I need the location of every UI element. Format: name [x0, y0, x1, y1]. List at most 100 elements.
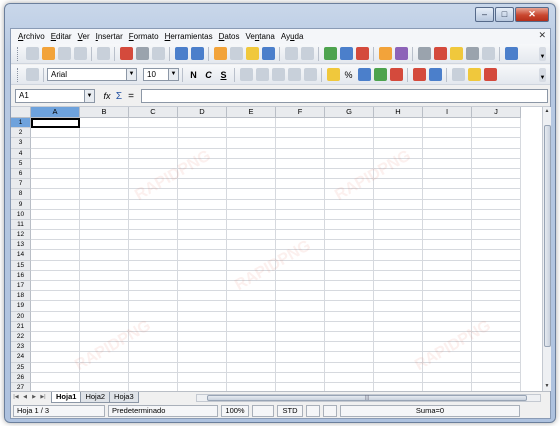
grid-cell[interactable]: [325, 179, 374, 190]
column-header-a[interactable]: A: [31, 107, 80, 118]
grid-cell[interactable]: [374, 189, 423, 200]
minimize-button[interactable]: –: [475, 7, 494, 22]
find-icon[interactable]: [417, 47, 431, 60]
grid-cell[interactable]: [178, 189, 227, 200]
grid-cell[interactable]: [129, 270, 178, 281]
grid-cell[interactable]: [276, 270, 325, 281]
grid-cell[interactable]: [276, 291, 325, 302]
cut-icon[interactable]: [213, 47, 227, 60]
align-left-icon[interactable]: [239, 68, 253, 81]
grid-cell[interactable]: [80, 209, 129, 220]
grid-cell[interactable]: [178, 219, 227, 231]
grid-cell[interactable]: [80, 148, 129, 159]
grid-cell[interactable]: [423, 362, 472, 373]
grid-cell[interactable]: [472, 240, 521, 251]
grid-cell[interactable]: [227, 352, 276, 363]
grid-cell[interactable]: [276, 240, 325, 251]
grid-cell[interactable]: [423, 311, 472, 322]
add-decimal-icon[interactable]: [373, 68, 387, 81]
row-header[interactable]: 25: [11, 362, 31, 373]
grid-cell[interactable]: [178, 118, 227, 129]
grid-cell[interactable]: [374, 168, 423, 180]
grid-cell[interactable]: [276, 352, 325, 363]
grid-cell[interactable]: [472, 331, 521, 343]
percent-format-button[interactable]: %: [342, 70, 355, 80]
chart-icon[interactable]: [378, 47, 392, 60]
grid-cell[interactable]: [129, 311, 178, 322]
grid-cell[interactable]: [472, 321, 521, 332]
grid-cell[interactable]: [80, 240, 129, 251]
grid-cell[interactable]: [276, 118, 325, 129]
grid-cell[interactable]: [129, 362, 178, 373]
grid-cell[interactable]: [276, 362, 325, 373]
grid-cell[interactable]: [276, 321, 325, 332]
grid-cell[interactable]: [178, 240, 227, 251]
row-header[interactable]: 21: [11, 321, 31, 332]
grid-cell[interactable]: [178, 352, 227, 363]
grid-cell[interactable]: [80, 352, 129, 363]
chevron-down-icon[interactable]: ▼: [126, 69, 136, 80]
close-window-button[interactable]: ✕: [515, 7, 549, 22]
grid-cell[interactable]: [423, 158, 472, 169]
scroll-up-icon[interactable]: ▲: [543, 107, 551, 116]
grid-cell[interactable]: [472, 311, 521, 322]
grid-cell[interactable]: [227, 138, 276, 149]
grid-cell[interactable]: [227, 301, 276, 312]
grid-cell[interactable]: [129, 260, 178, 271]
horizontal-scroll-thumb[interactable]: |||: [207, 395, 527, 401]
grid-cell[interactable]: [423, 250, 472, 261]
grid-cell[interactable]: [276, 199, 325, 210]
grid-cell[interactable]: [472, 219, 521, 231]
row-header[interactable]: 22: [11, 331, 31, 343]
grid-cell[interactable]: [80, 118, 129, 129]
grid-cell[interactable]: [472, 372, 521, 383]
mail-icon[interactable]: [73, 47, 87, 60]
row-header[interactable]: 18: [11, 291, 31, 302]
grid-cell[interactable]: [227, 362, 276, 373]
grid-cell[interactable]: [325, 291, 374, 302]
spreadsheet-grid[interactable]: ABCDEFGHIJ 1 2 3 4 5 6 7 8 9 10 11 12 13 14 15 16 17 18 19…: [11, 107, 542, 391]
sort-descending-icon[interactable]: [355, 47, 369, 60]
grid-cell[interactable]: [178, 179, 227, 190]
grid-cell[interactable]: [80, 179, 129, 190]
grid-cell[interactable]: [80, 382, 129, 391]
grid-cell[interactable]: [472, 179, 521, 190]
grid-cell[interactable]: [129, 301, 178, 312]
grid-cell[interactable]: [129, 382, 178, 391]
grid-cell[interactable]: [227, 260, 276, 271]
grid-cell[interactable]: [325, 230, 374, 241]
standard-format-icon[interactable]: [357, 68, 371, 81]
grid-cell[interactable]: [423, 270, 472, 281]
row-header[interactable]: 27: [11, 382, 31, 391]
grid-cell[interactable]: [423, 148, 472, 159]
grid-cell[interactable]: [276, 168, 325, 180]
print-icon[interactable]: [135, 47, 149, 60]
grid-cell[interactable]: [325, 311, 374, 322]
grid-cell[interactable]: [423, 331, 472, 343]
status-selection-mode[interactable]: STD: [277, 405, 303, 417]
grid-cell[interactable]: [374, 382, 423, 391]
menu-ayuda[interactable]: Ayuda: [278, 29, 307, 44]
vertical-scrollbar[interactable]: ▲ ▼: [542, 107, 551, 391]
row-header[interactable]: 19: [11, 301, 31, 312]
grid-cell[interactable]: [80, 189, 129, 200]
grid-cell[interactable]: [227, 168, 276, 180]
grid-cell[interactable]: [472, 250, 521, 261]
grid-cell[interactable]: [80, 199, 129, 210]
grid-cell[interactable]: [374, 270, 423, 281]
row-header[interactable]: 11: [11, 219, 31, 231]
grid-cell[interactable]: [31, 352, 80, 363]
grid-cell[interactable]: [374, 138, 423, 149]
grid-cell[interactable]: [80, 260, 129, 271]
toolbar-grip[interactable]: [17, 46, 20, 61]
grid-cell[interactable]: [178, 230, 227, 241]
grid-cell[interactable]: [129, 230, 178, 241]
grid-cell[interactable]: [423, 128, 472, 139]
grid-cell[interactable]: [31, 372, 80, 383]
row-header[interactable]: 20: [11, 311, 31, 322]
grid-cell[interactable]: [423, 291, 472, 302]
grid-cell[interactable]: [325, 148, 374, 159]
grid-cell[interactable]: [129, 128, 178, 139]
row-header[interactable]: 1: [11, 118, 31, 129]
align-right-icon[interactable]: [271, 68, 285, 81]
